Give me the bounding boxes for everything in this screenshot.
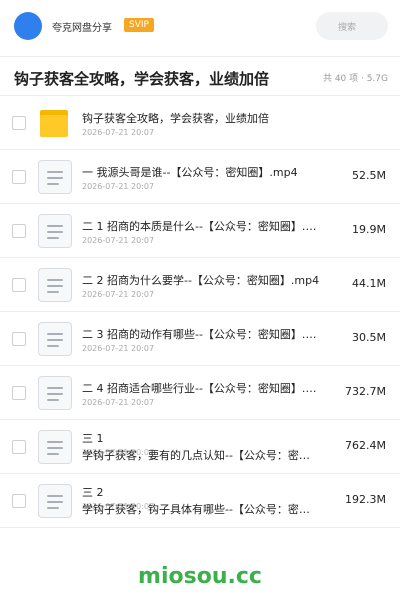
folder-icon bbox=[38, 106, 72, 140]
item-checkbox[interactable] bbox=[12, 278, 26, 292]
avatar[interactable] bbox=[14, 12, 42, 40]
share-title: 钩子获客全攻略，学会获客，业绩加倍 bbox=[14, 70, 270, 88]
item-name: 二 2 招商为什么要学--【公众号：密知圈】.mp4 bbox=[82, 274, 320, 287]
item-date: 2026-07-21 20:07 bbox=[82, 128, 155, 137]
share-summary: 共 40 项 · 5.7G bbox=[322, 74, 388, 84]
video-file-icon bbox=[38, 430, 72, 464]
top-bar: 夸克网盘分享 SVIP 搜索 bbox=[0, 0, 400, 52]
video-file-icon bbox=[38, 268, 72, 302]
list-item[interactable]: 钩子获客全攻略，学会获客，业绩加倍 2026-07-21 20:07 bbox=[0, 96, 400, 150]
list-item[interactable]: 二 4 招商适合哪些行业--【公众号：密知圈】.m… 2026-07-21 20… bbox=[0, 366, 400, 420]
item-checkbox[interactable] bbox=[12, 170, 26, 184]
list-item[interactable]: 三 2 2026-07-21 20:07 学钩子获客，钩子具体有哪些--【公众号… bbox=[0, 474, 400, 528]
search-placeholder: 搜索 bbox=[338, 23, 357, 33]
item-name-line2: 学钩子获客，钩子具体有哪些--【公众号：密… bbox=[82, 503, 310, 516]
item-name-line2: 学钩子获客，要有的几点认知--【公众号：密… bbox=[82, 449, 310, 462]
list-item[interactable]: 二 2 招商为什么要学--【公众号：密知圈】.mp4 2026-07-21 20… bbox=[0, 258, 400, 312]
watermark: miosou.cc bbox=[138, 564, 262, 589]
video-file-icon bbox=[38, 376, 72, 410]
item-date: 2026-07-21 20:07 bbox=[82, 344, 155, 353]
item-name: 三 2 bbox=[82, 486, 104, 499]
item-size: 52.5M bbox=[352, 169, 386, 182]
item-name: 一 我源头哥是谁--【公众号：密知圈】.mp4 bbox=[82, 166, 298, 179]
file-list: 钩子获客全攻略，学会获客，业绩加倍 2026-07-21 20:07 一 我源头… bbox=[0, 96, 400, 528]
item-size: 19.9M bbox=[352, 223, 386, 236]
item-checkbox[interactable] bbox=[12, 332, 26, 346]
item-size: 732.7M bbox=[345, 385, 386, 398]
video-file-icon bbox=[38, 322, 72, 356]
video-file-icon bbox=[38, 484, 72, 518]
item-name: 二 1 招商的本质是什么--【公众号：密知圈】.m… bbox=[82, 220, 327, 233]
item-size: 30.5M bbox=[352, 331, 386, 344]
item-name: 三 1 bbox=[82, 432, 104, 445]
item-size: 192.3M bbox=[345, 493, 386, 506]
item-checkbox[interactable] bbox=[12, 224, 26, 238]
video-file-icon bbox=[38, 160, 72, 194]
share-title-bar: 钩子获客全攻略，学会获客，业绩加倍 共 40 项 · 5.7G bbox=[0, 56, 400, 96]
item-name: 钩子获客全攻略，学会获客，业绩加倍 bbox=[82, 112, 269, 125]
item-name: 二 3 招商的动作有哪些--【公众号：密知圈】.m… bbox=[82, 328, 327, 341]
item-size: 44.1M bbox=[352, 277, 386, 290]
brand-name: 夸克网盘分享 bbox=[52, 23, 112, 34]
item-date: 2026-07-21 20:07 bbox=[82, 398, 155, 407]
item-date: 2026-07-21 20:07 bbox=[82, 290, 155, 299]
list-item[interactable]: 二 3 招商的动作有哪些--【公众号：密知圈】.m… 2026-07-21 20… bbox=[0, 312, 400, 366]
list-item[interactable]: 三 1 2026-07-21 20:07 学钩子获客，要有的几点认知--【公众号… bbox=[0, 420, 400, 474]
item-checkbox[interactable] bbox=[12, 440, 26, 454]
search-box[interactable]: 搜索 bbox=[316, 12, 388, 40]
item-date: 2026-07-21 20:07 bbox=[82, 236, 155, 245]
item-checkbox[interactable] bbox=[12, 116, 26, 130]
list-item[interactable]: 二 1 招商的本质是什么--【公众号：密知圈】.m… 2026-07-21 20… bbox=[0, 204, 400, 258]
item-date: 2026-07-21 20:07 bbox=[82, 182, 155, 191]
item-size: 762.4M bbox=[345, 439, 386, 452]
list-item[interactable]: 一 我源头哥是谁--【公众号：密知圈】.mp4 2026-07-21 20:07… bbox=[0, 150, 400, 204]
item-checkbox[interactable] bbox=[12, 494, 26, 508]
item-name: 二 4 招商适合哪些行业--【公众号：密知圈】.m… bbox=[82, 382, 327, 395]
video-file-icon bbox=[38, 214, 72, 248]
item-checkbox[interactable] bbox=[12, 386, 26, 400]
svip-badge: SVIP bbox=[124, 18, 154, 32]
